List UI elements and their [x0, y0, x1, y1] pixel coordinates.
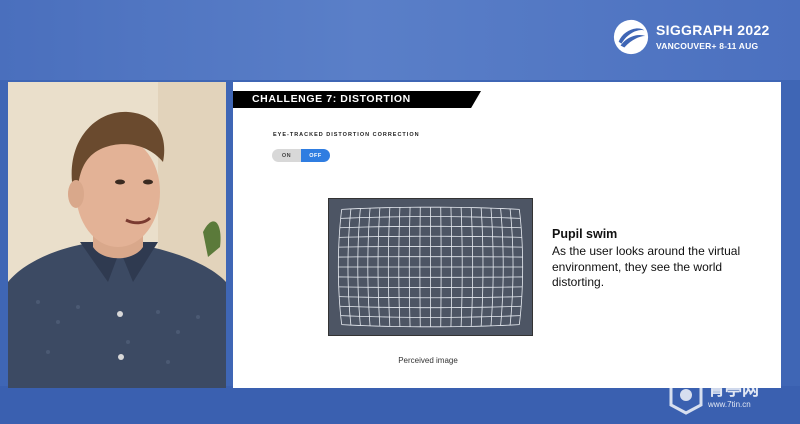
toggle-label: EYE-TRACKED DISTORTION CORRECTION	[273, 132, 420, 138]
toggle-off-option[interactable]: OFF	[301, 149, 330, 162]
challenge-title-banner: CHALLENGE 7: DISTORTION CORRECTION	[233, 91, 481, 108]
webcam-feed	[8, 82, 226, 388]
watermark-name: 青亭网	[708, 380, 759, 399]
watermark: 青亭网 www.7tin.cn	[668, 372, 792, 418]
image-caption: Perceived image	[398, 356, 458, 365]
logo-title: SIGGRAPH 2022	[656, 22, 770, 38]
grid-lines	[337, 206, 524, 328]
siggraph-logo: SIGGRAPH 2022 VANCOUVER+ 8-11 AUG	[612, 17, 792, 57]
distortion-correction-toggle[interactable]: ON OFF	[272, 149, 330, 162]
presenter-video-image	[8, 82, 226, 388]
presentation-slide: CHALLENGE 7: DISTORTION CORRECTION EYE-T…	[233, 82, 781, 388]
pupil-swim-title: Pupil swim	[552, 227, 618, 241]
watermark-logo-icon	[669, 375, 703, 415]
siggraph-logo-icon	[613, 19, 649, 55]
logo-subtitle: VANCOUVER+ 8-11 AUG	[656, 41, 759, 51]
watermark-url: www.7tin.cn	[708, 400, 751, 409]
toggle-on-option[interactable]: ON	[272, 149, 301, 162]
pupil-swim-description: As the user looks around the virtual env…	[552, 244, 741, 289]
distorted-grid-image	[328, 198, 533, 336]
